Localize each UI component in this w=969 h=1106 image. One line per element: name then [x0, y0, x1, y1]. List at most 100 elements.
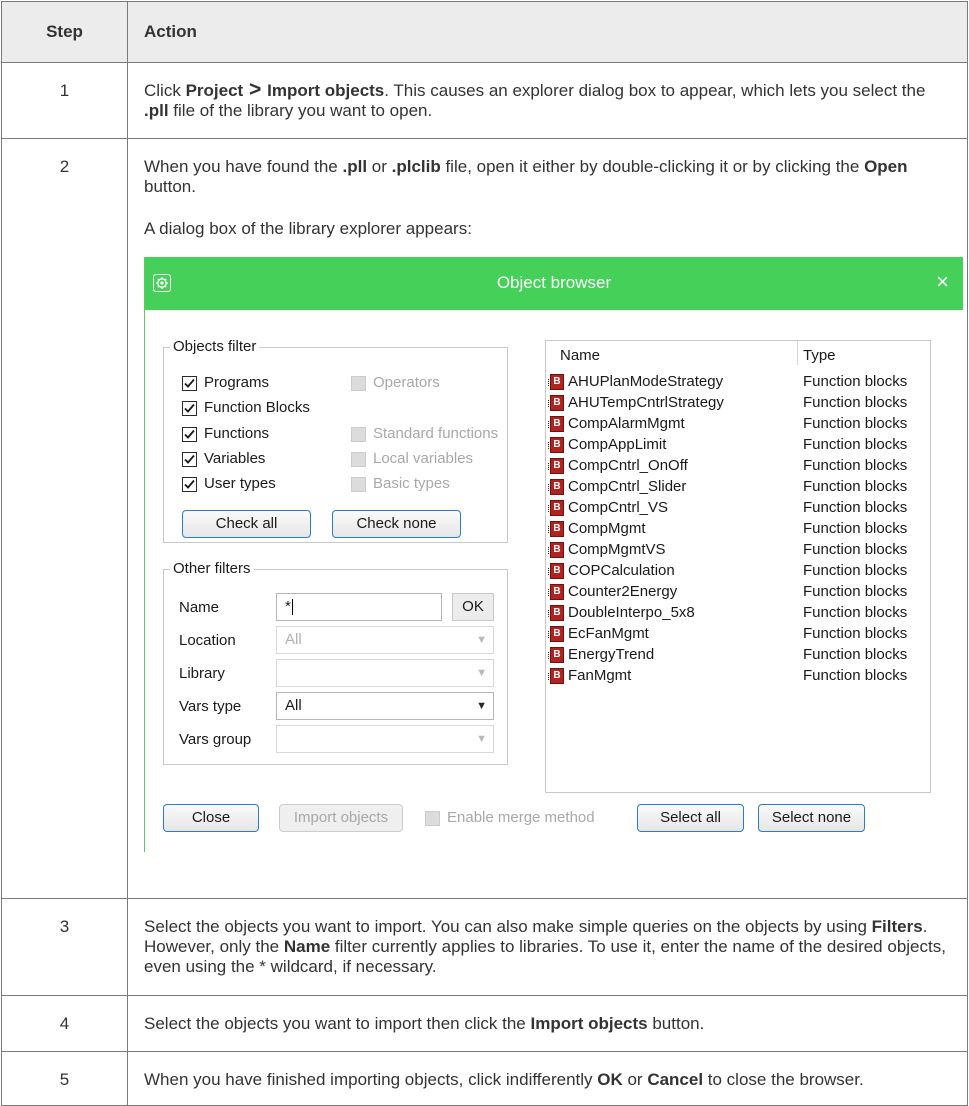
vars-group-select[interactable]: ▼ [276, 725, 494, 753]
step-action: Click Project > Import objects. This cau… [127, 62, 968, 139]
dropdown-arrow-icon: ▼ [476, 667, 487, 679]
table-row: 3 Select the objects you want to import.… [1, 898, 968, 996]
library-filter-label: Library [179, 665, 225, 682]
checkbox-checked-icon [182, 376, 197, 391]
list-item[interactable]: B DoubleInterpo_5x8 Function blocks [546, 602, 930, 623]
location-select[interactable]: All ▼ [276, 626, 494, 654]
checkbox-disabled-icon [351, 477, 366, 492]
function-block-icon: B [548, 521, 564, 537]
object-browser-dialog: Object browser × Objects filter Programs… [144, 257, 963, 852]
list-item[interactable]: B AHUTempCntrlStrategy Function blocks [546, 392, 930, 413]
function-block-icon: B [548, 668, 564, 684]
checkbox-disabled-icon [351, 427, 366, 442]
dialog-title-bar: Object browser × [145, 257, 963, 310]
list-item-name: DoubleInterpo_5x8 [568, 604, 695, 621]
ok-button[interactable]: OK [452, 593, 494, 621]
list-item-type: Function blocks [803, 373, 908, 390]
function-block-icon: B [548, 395, 564, 411]
list-item-name: CompAlarmMgmt [568, 415, 685, 432]
action-text: Click Project > Import objects. This cau… [144, 78, 926, 120]
list-item-type: Function blocks [803, 436, 908, 453]
select-none-button[interactable]: Select none [758, 804, 865, 832]
list-item[interactable]: B CompCntrl_Slider Function blocks [546, 476, 930, 497]
name-filter-label: Name [179, 599, 220, 616]
dialog-title: Object browser [496, 273, 612, 292]
list-item[interactable]: B CompCntrl_VS Function blocks [546, 497, 930, 518]
checkbox-checked-icon [182, 427, 197, 442]
list-item[interactable]: B CompCntrl_OnOff Function blocks [546, 455, 930, 476]
table-row: 1 Click Project > Import objects. This c… [1, 62, 968, 139]
step-number: 1 [1, 62, 128, 139]
list-item[interactable]: B CompMgmtVS Function blocks [546, 539, 930, 560]
header-step: Step [1, 1, 128, 63]
location-filter-label: Location [179, 632, 236, 649]
list-item-name: AHUTempCntrlStrategy [568, 394, 724, 411]
list-item-type: Function blocks [803, 646, 908, 663]
checkbox-disabled-icon [351, 376, 366, 391]
column-header-type[interactable]: Type [803, 346, 836, 366]
list-item-name: CompCntrl_OnOff [568, 457, 688, 474]
import-objects-button[interactable]: Import objects [279, 804, 403, 832]
header-action: Action [127, 1, 968, 63]
checkbox-checked-icon [182, 477, 197, 492]
library-select[interactable]: ▼ [276, 659, 494, 687]
list-item[interactable]: B EnergyTrend Function blocks [546, 644, 930, 665]
function-block-icon: B [548, 584, 564, 600]
list-item[interactable]: B CompMgmt Function blocks [546, 518, 930, 539]
objects-filter-label: Objects filter [170, 338, 260, 356]
checkbox-checked-icon [182, 452, 197, 467]
close-button[interactable]: Close [163, 804, 259, 832]
list-item-name: AHUPlanModeStrategy [568, 373, 724, 390]
step-action: When you have finished importing objects… [127, 1051, 968, 1106]
list-item[interactable]: B COPCalculation Function blocks [546, 560, 930, 581]
function-block-icon: B [548, 563, 564, 579]
check-none-button[interactable]: Check none [332, 510, 461, 538]
object-list[interactable]: Name Type B AHUPlanModeStrategy Function b… [545, 340, 931, 793]
function-block-icon: B [548, 542, 564, 558]
close-icon[interactable]: × [936, 270, 949, 294]
function-block-icon: B [548, 626, 564, 642]
list-item-name: FanMgmt [568, 667, 632, 684]
column-divider[interactable] [797, 341, 798, 365]
column-header-name[interactable]: Name [560, 346, 600, 366]
list-item-type: Function blocks [803, 478, 908, 495]
list-rows: B AHUPlanModeStrategy Function blocks B AHUT… [546, 371, 930, 686]
function-block-icon: B [548, 374, 564, 390]
list-item-type: Function blocks [803, 667, 908, 684]
vars-type-select[interactable]: All ▼ [276, 692, 494, 720]
list-item[interactable]: B EcFanMgmt Function blocks [546, 623, 930, 644]
table-header-row: Step Action [1, 1, 968, 63]
list-item-name: CompMgmtVS [568, 541, 666, 558]
list-item[interactable]: B CompAppLimit Function blocks [546, 434, 930, 455]
check-all-button[interactable]: Check all [182, 510, 311, 538]
list-item[interactable]: B AHUPlanModeStrategy Function blocks [546, 371, 930, 392]
list-item-name: CompAppLimit [568, 436, 667, 453]
function-block-icon: B [548, 416, 564, 432]
list-item[interactable]: B FanMgmt Function blocks [546, 665, 930, 686]
vars-group-filter-label: Vars group [179, 731, 252, 748]
action-text: When you have found the .pll or .plclib … [144, 157, 908, 196]
list-item-type: Function blocks [803, 499, 908, 516]
list-item-name: EcFanMgmt [568, 625, 649, 642]
list-item-type: Function blocks [803, 415, 908, 432]
function-block-icon: B [548, 479, 564, 495]
step-number: 4 [1, 995, 128, 1052]
list-item-type: Function blocks [803, 457, 908, 474]
select-all-button[interactable]: Select all [637, 804, 744, 832]
list-item[interactable]: B CompAlarmMgmt Function blocks [546, 413, 930, 434]
step-number: 5 [1, 1051, 128, 1106]
list-item[interactable]: B Counter2Energy Function blocks [546, 581, 930, 602]
name-filter-input[interactable]: * [276, 593, 442, 621]
list-item-name: CompMgmt [568, 520, 646, 537]
step-action: Select the objects you want to import th… [127, 995, 968, 1052]
list-item-type: Function blocks [803, 520, 908, 537]
other-filters-group: Other filters Name * OK Location All ▼ Li… [163, 560, 508, 765]
function-block-icon: B [548, 437, 564, 453]
list-item-type: Function blocks [803, 625, 908, 642]
vars-type-filter-label: Vars type [179, 698, 242, 715]
list-item-type: Function blocks [803, 604, 908, 621]
checkbox-disabled-icon [425, 811, 440, 826]
list-item-name: CompCntrl_VS [568, 499, 669, 516]
table-row: 2 When you have found the .pll or .plcli… [1, 138, 968, 899]
table-row: 5 When you have finished importing objec… [1, 1051, 968, 1106]
